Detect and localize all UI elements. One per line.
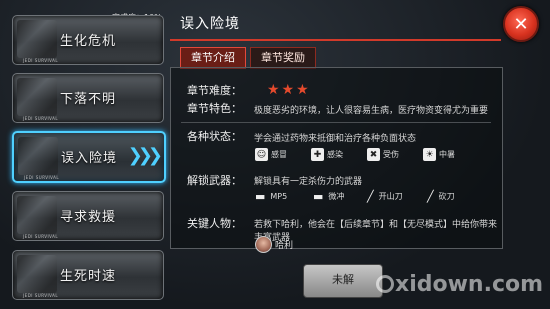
feature-key: 章节特色： — [187, 102, 242, 115]
weapon-chopper: ╱ 砍刀 — [427, 190, 455, 203]
weapon-row: 解锁武器： — [187, 172, 242, 188]
title-divider — [170, 39, 501, 41]
weapon-label: MP5 — [270, 192, 288, 201]
difficulty-stars-icon: ★★★ — [267, 82, 311, 98]
feature-desc: 极度恶劣的环境，让人很容易生病，医疗物资变得尤为重要 — [254, 106, 489, 116]
watermark-text: xidown.com — [395, 272, 544, 297]
feature-row: 章节特色： — [187, 100, 242, 116]
tab-rewards[interactable]: 章节奖励 — [250, 47, 316, 69]
chapter-subtitle: JEDI SURVIVAL — [23, 293, 59, 298]
chapter-label: 生化危机 — [59, 34, 116, 49]
person-row: 关键人物： — [187, 215, 242, 231]
selected-arrow-icon: ❯❯❯ — [127, 145, 163, 166]
status-label: 受伤 — [383, 150, 399, 159]
smg-icon: ▬ — [255, 190, 266, 203]
weapon-mp5: ▬ MP5 — [255, 190, 287, 203]
difficulty-row: 章节难度： ★★★ — [187, 82, 309, 98]
chapter-card-3-active[interactable]: 误入险境 JEDI SURVIVAL ❯❯❯ — [12, 131, 166, 183]
difficulty-key: 章节难度： — [187, 84, 242, 97]
micro-smg-icon: ▬ — [313, 190, 324, 203]
chapter-card-4[interactable]: 寻求救援 JEDI SURVIVAL — [12, 191, 164, 241]
tab-content: 章节难度： ★★★ 章节特色： 极度恶劣的环境，让人很容易生病，医疗物资变得尤为… — [170, 67, 503, 253]
chapter-label: 下落不明 — [59, 92, 116, 107]
person-key: 关键人物： — [187, 217, 242, 230]
status-label: 中暑 — [439, 150, 455, 159]
watermark-logo-icon — [376, 275, 394, 293]
infection-icon: ✚ — [311, 148, 324, 161]
status-infection: ✚ 感染 — [311, 148, 343, 161]
chapter-subtitle: JEDI SURVIVAL — [24, 175, 60, 180]
chapter-subtitle: JEDI SURVIVAL — [23, 234, 59, 239]
chapter-card-1[interactable]: 生化危机 JEDI SURVIVAL — [12, 15, 164, 65]
chapter-subtitle: JEDI SURVIVAL — [23, 116, 59, 121]
weapon-desc: 解锁具有一定杀伤力的武器 — [254, 177, 363, 187]
chapter-card-2[interactable]: 下落不明 JEDI SURVIVAL — [12, 73, 164, 123]
status-label: 感冒 — [271, 150, 287, 159]
machete-icon: ╱ — [367, 190, 374, 203]
chapter-list: 完成度：10% 生化危机 JEDI SURVIVAL 下落不明 JEDI SUR… — [0, 0, 170, 309]
injury-icon: ✖ — [367, 148, 380, 161]
harry-avatar — [255, 236, 272, 253]
chapter-label: 生死时速 — [59, 269, 116, 284]
status-desc: 学会通过药物来抵御和治疗各种负面状态 — [254, 134, 417, 144]
person-name: 哈利 — [275, 241, 294, 251]
tab-intro[interactable]: 章节介绍 — [180, 47, 246, 69]
status-row: 各种状态： — [187, 128, 242, 144]
status-cold: ☺ 感冒 — [255, 148, 287, 161]
close-icon: ✕ — [513, 13, 529, 35]
chapter-detail-panel: 误入险境 章节介绍 章节奖励 章节难度： ★★★ 章节特色： 极度恶劣的环境，让… — [170, 3, 503, 303]
status-label: 感染 — [327, 150, 343, 159]
heatstroke-icon: ☀ — [423, 148, 436, 161]
close-button[interactable]: ✕ — [503, 6, 539, 42]
chapter-card-5[interactable]: 生死时速 JEDI SURVIVAL — [12, 250, 164, 300]
weapon-machete: ╱ 开山刀 — [367, 190, 403, 203]
chapter-subtitle: JEDI SURVIVAL — [23, 58, 59, 63]
weapon-key: 解锁武器： — [187, 174, 242, 187]
cold-icon: ☺ — [255, 148, 268, 161]
weapon-label: 微冲 — [328, 192, 345, 201]
status-injury: ✖ 受伤 — [367, 148, 399, 161]
weapon-micro-smg: ▬ 微冲 — [313, 190, 344, 203]
chopper-icon: ╱ — [427, 190, 434, 203]
status-heatstroke: ☀ 中暑 — [423, 148, 455, 161]
panel-title: 误入险境 — [180, 16, 240, 32]
weapon-label: 砍刀 — [438, 192, 455, 201]
chapter-label: 寻求救援 — [59, 210, 116, 225]
status-key: 各种状态： — [187, 130, 242, 143]
weapon-label: 开山刀 — [378, 192, 403, 201]
unsolved-button[interactable]: 未解 — [303, 264, 383, 298]
section-divider — [181, 122, 491, 123]
